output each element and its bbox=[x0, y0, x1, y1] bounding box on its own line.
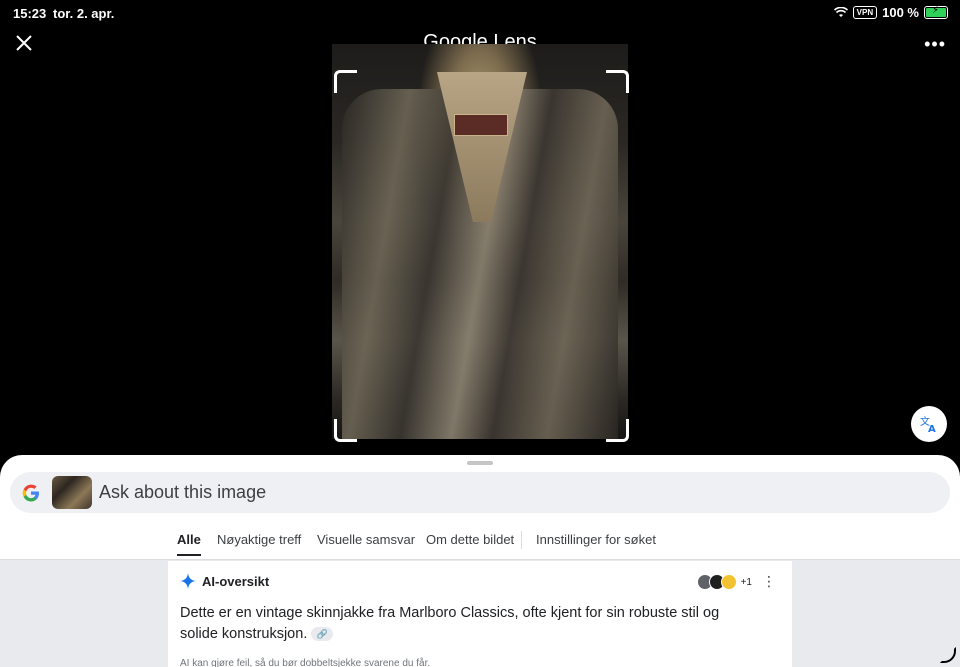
image-thumbnail[interactable] bbox=[52, 476, 92, 509]
search-input[interactable]: Ask about this image bbox=[99, 482, 266, 503]
battery-percent: 100 % bbox=[882, 5, 919, 20]
ai-overview-text: Dette er en vintage skinnjakke fra Marlb… bbox=[180, 605, 720, 642]
more-vert-icon[interactable]: ⋮ bbox=[762, 573, 776, 590]
status-bar: 15:23 tor. 2. apr. VPN 100 % ⚡ bbox=[0, 0, 960, 26]
svg-text:A: A bbox=[928, 424, 936, 434]
ai-disclaimer: AI kan gjøre feil, så du bør dobbeltsjek… bbox=[180, 658, 431, 667]
results-sheet: Ask about this image Alle Nøyaktige tref… bbox=[0, 455, 960, 667]
crop-handle-top-right[interactable] bbox=[606, 70, 629, 93]
tab-exact-matches[interactable]: Nøyaktige treff bbox=[217, 532, 301, 547]
status-right: VPN 100 % ⚡ bbox=[833, 5, 948, 20]
more-horiz-icon[interactable]: ••• bbox=[924, 34, 946, 55]
battery-icon: ⚡ bbox=[924, 5, 948, 19]
link-icon[interactable]: 🔗 bbox=[311, 627, 334, 642]
ai-overview-header: AI-oversikt bbox=[180, 573, 269, 589]
sparkle-icon bbox=[180, 573, 196, 589]
tab-search-settings[interactable]: Innstillinger for søket bbox=[536, 532, 656, 547]
wifi-icon bbox=[833, 7, 848, 17]
query-image bbox=[332, 44, 628, 439]
sheet-drag-handle[interactable] bbox=[467, 461, 493, 465]
status-time: 15:23 bbox=[13, 6, 47, 21]
source-avatars[interactable]: +1 bbox=[696, 574, 752, 590]
ai-overview-card: AI-oversikt +1 ⋮ Dette er en vintage ski… bbox=[168, 561, 792, 667]
translate-icon: 文A bbox=[920, 415, 936, 434]
result-tabs: Alle Nøyaktige treff Visuelle samsvar Om… bbox=[0, 525, 960, 560]
crop-handle-bottom-right[interactable] bbox=[606, 419, 629, 442]
ai-overview-title: AI-oversikt bbox=[202, 573, 270, 589]
search-bar[interactable]: Ask about this image bbox=[10, 472, 950, 513]
status-date: tor. 2. apr. bbox=[53, 6, 115, 21]
vpn-badge: VPN bbox=[852, 6, 878, 19]
tab-visual-matches[interactable]: Visuelle samsvar bbox=[317, 532, 415, 547]
tab-about-image[interactable]: Om dette bildet bbox=[426, 532, 514, 547]
sources-more-count: +1 bbox=[740, 576, 752, 588]
tab-divider bbox=[521, 531, 522, 549]
google-g-icon bbox=[22, 484, 39, 501]
tab-all[interactable]: Alle bbox=[177, 532, 201, 556]
source-icon bbox=[720, 574, 737, 590]
translate-button[interactable]: 文A bbox=[911, 406, 947, 442]
crop-handle-bottom-left[interactable] bbox=[334, 419, 357, 442]
crop-handle-top-left[interactable] bbox=[334, 70, 357, 93]
